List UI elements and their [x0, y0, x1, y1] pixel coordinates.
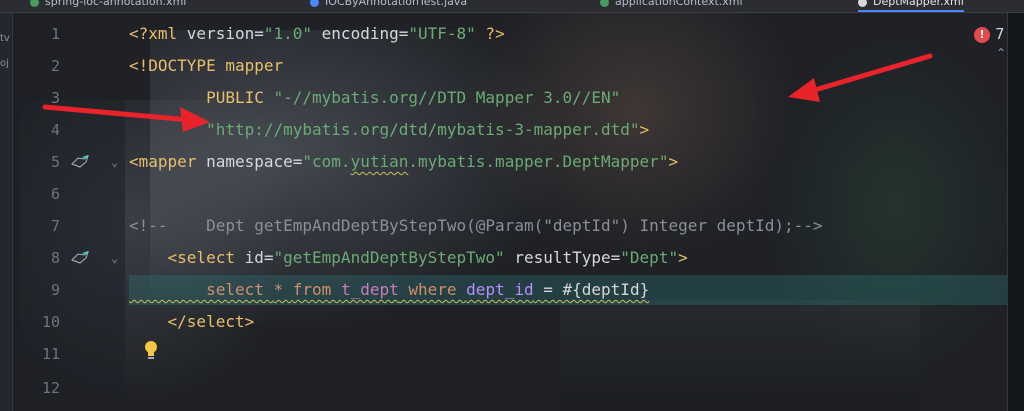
- xml-file-icon: [600, 0, 609, 7]
- code-line-10[interactable]: 10 </select>: [0, 306, 1008, 338]
- code-line-9[interactable]: 9 select * from t_dept where dept_id = #…: [0, 274, 1008, 306]
- code-line-5[interactable]: 5 ⌄ <mapper namespace="com.yutian.mybati…: [0, 146, 1008, 178]
- xml-file-icon: [858, 0, 867, 7]
- editor-tab-bar: spring-ioc-annotation.xml IOCByAnnotatio…: [0, 0, 1024, 13]
- code-line-7[interactable]: 7 <!-- Dept getEmpAndDeptByStepTwo(@Para…: [0, 210, 1008, 242]
- annotation-arrow-right: [788, 53, 933, 102]
- annotation-arrow-left: [42, 104, 210, 132]
- lightbulb-icon[interactable]: [143, 340, 159, 362]
- code-line-12[interactable]: 12: [0, 372, 1008, 404]
- tab-dept-mapper[interactable]: DeptMapper.xml: [858, 0, 964, 12]
- code-line-1[interactable]: 1 <?xml version="1.0" encoding="UTF-8" ?…: [0, 18, 1008, 50]
- fold-chevron-icon[interactable]: ⌄: [111, 242, 118, 274]
- xml-file-icon: [30, 0, 39, 7]
- java-file-icon: [310, 0, 319, 7]
- tab-application-context[interactable]: applicationContext.xml: [600, 0, 743, 9]
- code-line-8[interactable]: 8 ⌄ <select id="getEmpAndDeptByStepTwo" …: [0, 242, 1008, 274]
- fold-chevron-icon[interactable]: ⌄: [111, 146, 118, 178]
- mybatis-bird-icon[interactable]: [70, 154, 90, 170]
- tab-spring-ioc-annotation[interactable]: spring-ioc-annotation.xml: [30, 0, 186, 9]
- tab-ioc-by-annotation-test[interactable]: IOCByAnnotationTest.java: [310, 0, 467, 9]
- code-line-6[interactable]: 6: [0, 178, 1008, 210]
- scrollbar-gutter[interactable]: [1007, 13, 1024, 411]
- mybatis-bird-icon[interactable]: [70, 250, 90, 266]
